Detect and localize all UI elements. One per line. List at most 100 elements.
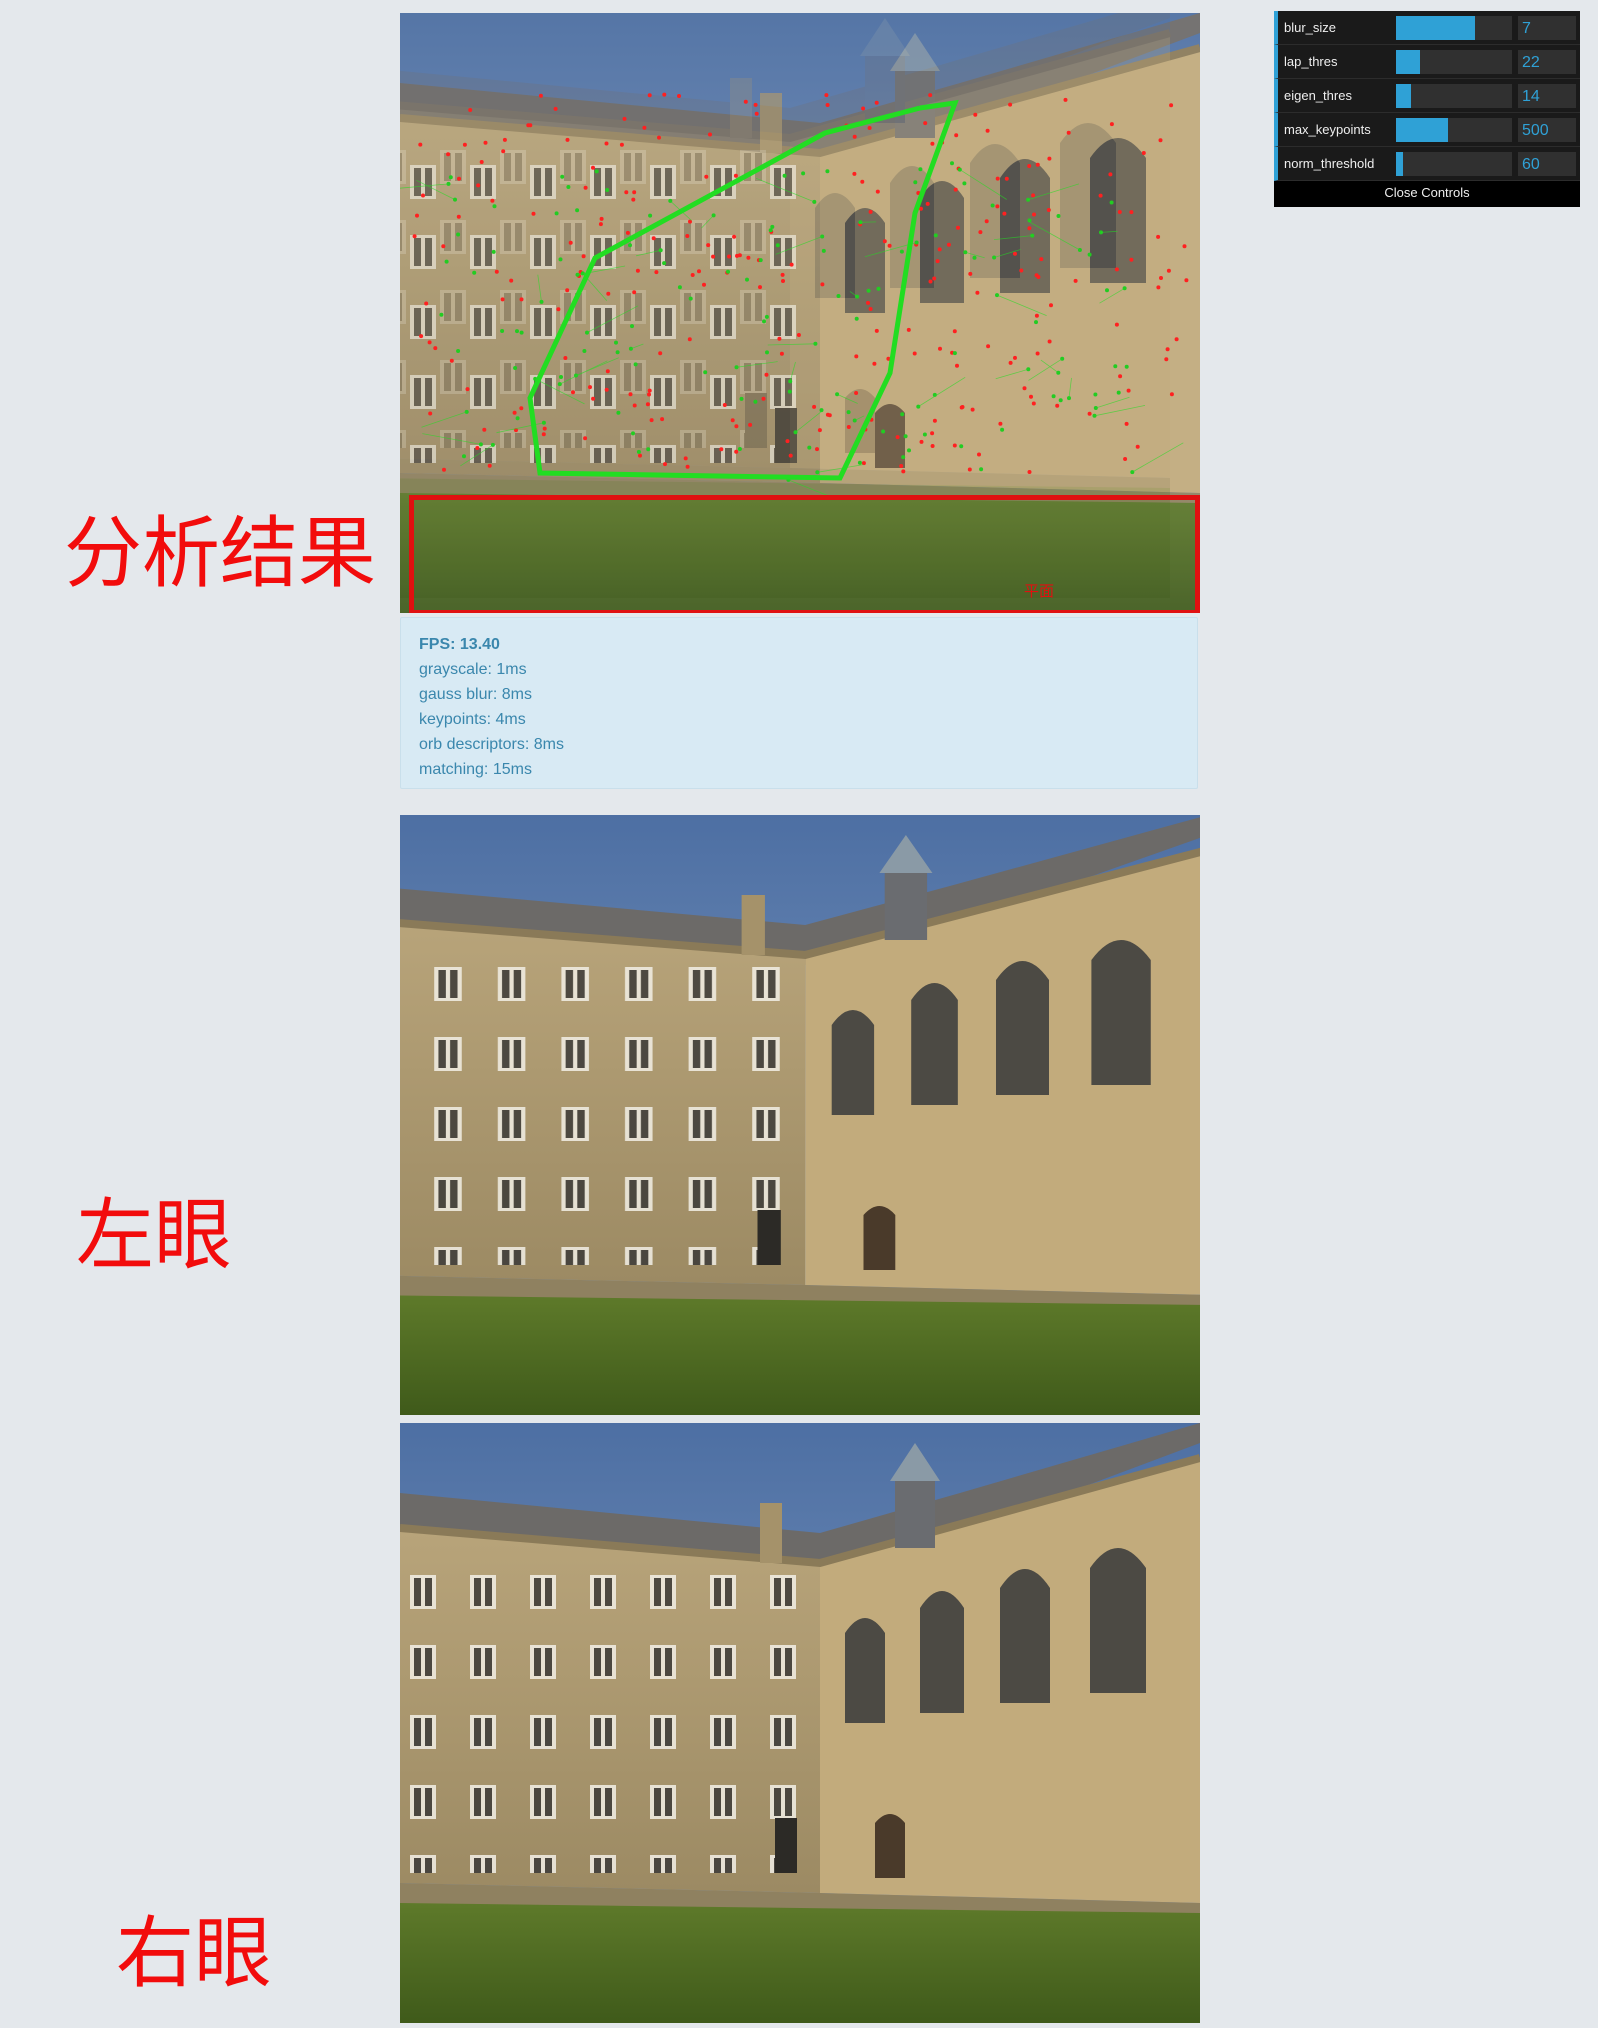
slider-track[interactable] [1396,16,1512,40]
control-label: eigen_thres [1284,88,1352,103]
keypoint [1156,234,1161,239]
keypoint [475,446,480,450]
keypoint [761,396,766,401]
keypoint [1174,337,1179,342]
keypoint [663,462,667,467]
keypoint [946,242,951,247]
keypoint [418,142,423,147]
keypoint [727,254,731,259]
control-lap-thres[interactable]: lap_thres 22 [1274,45,1580,79]
keypoint [647,392,651,397]
keypoint [660,417,665,422]
matched-keypoint [1056,214,1061,218]
keypoint [937,247,942,252]
keypoint [788,453,793,458]
matched-keypoint [616,410,621,415]
keypoint [482,427,487,432]
keypoint [970,407,975,412]
keypoint [1013,355,1017,360]
value-field[interactable]: 14 [1518,84,1576,108]
value-field[interactable]: 500 [1518,118,1576,142]
matched-keypoint [605,188,610,192]
keypoint [647,93,652,98]
keypoint [1164,357,1169,362]
keypoint [1029,394,1033,399]
keypoint [985,128,990,133]
keypoint [1027,470,1032,474]
keypoint [928,93,933,98]
matched-keypoint [950,161,954,166]
matched-keypoint [628,243,632,248]
keypoint [1032,212,1036,217]
slider-track[interactable] [1396,152,1512,176]
matched-keypoint [825,169,830,174]
matched-keypoint [737,447,742,451]
keypoint [1066,130,1071,135]
matched-keypoint [677,285,682,290]
keypoint [412,234,417,239]
keypoints-timing: keypoints: 4ms [419,711,526,728]
keypoint [796,333,801,337]
keypoint [490,198,495,203]
value-field[interactable]: 60 [1518,152,1576,176]
value-field[interactable]: 7 [1518,16,1576,40]
analysis-result-image: 平面 [400,13,1200,613]
keypoint [1055,403,1060,408]
keypoint [449,358,454,363]
keypoint [868,209,873,214]
keypoint [658,351,663,356]
slider-track[interactable] [1396,50,1512,74]
keypoint [923,121,928,126]
close-controls-button[interactable]: Close Controls [1274,181,1580,207]
slider-fill [1396,152,1403,176]
matched-keypoint [560,174,565,179]
slider-track[interactable] [1396,84,1512,108]
keypoint [632,403,637,408]
keypoint [722,403,727,407]
matched-keypoint [972,255,977,260]
keypoint [930,444,935,448]
keypoint [1019,268,1024,273]
keypoint [1117,210,1122,214]
keypoint [986,344,991,349]
matched-keypoint [492,204,497,209]
right-eye-image [400,1423,1200,2023]
keypoint [531,211,536,216]
keypoint [1165,347,1170,352]
orb-descriptors-timing: orb descriptors: 8ms [419,736,564,753]
slider-track[interactable] [1396,118,1512,142]
gauss-blur-timing: gauss blur: 8ms [419,686,532,703]
keypoint [901,469,906,474]
keypoint [930,431,935,436]
value-field[interactable]: 22 [1518,50,1576,74]
matched-keypoint [876,286,881,291]
keypoint [753,102,758,107]
matched-keypoint [631,431,635,436]
keypoint [654,270,659,275]
matched-keypoint [582,349,587,353]
keypoint [622,116,627,121]
control-label: norm_threshold [1284,156,1375,171]
matched-keypoint [922,432,927,437]
keypoint [604,387,609,392]
keypoint [685,234,690,238]
control-max-keypoints[interactable]: max_keypoints 500 [1274,113,1580,147]
keypoint [1047,339,1052,344]
matched-keypoint [630,324,634,329]
control-eigen-thres[interactable]: eigen_thres 14 [1274,79,1580,113]
matched-keypoint [739,396,744,401]
keypoint [1049,303,1053,308]
control-norm-threshold[interactable]: norm_threshold 60 [1274,147,1580,181]
keypoint [852,171,857,176]
matched-keypoint [899,249,904,254]
matched-keypoint [857,460,862,465]
keypoint [708,132,712,137]
matched-keypoint [1105,288,1109,293]
matched-keypoint [1093,392,1098,397]
keypoint [642,125,647,130]
keypoint [677,94,681,98]
keypoint [468,108,473,112]
keypoint [1039,257,1044,262]
matched-keypoint [472,270,477,275]
control-blur-size[interactable]: blur_size 7 [1274,11,1580,45]
